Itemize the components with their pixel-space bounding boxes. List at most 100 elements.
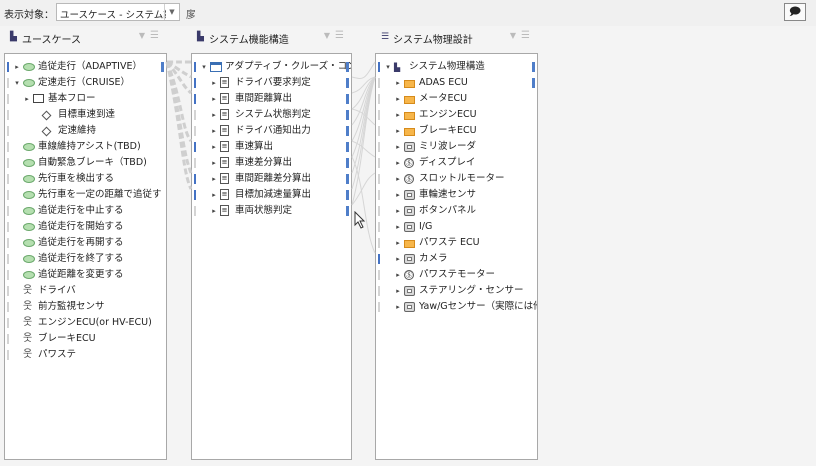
tree-item[interactable]: 追従走行を再開する — [5, 235, 166, 251]
tree-item[interactable]: ▸ カメラ — [376, 251, 537, 267]
tree-item[interactable]: 自動緊急ブレーキ（TBD) — [5, 155, 166, 171]
tree-item[interactable]: 웃 パワステ — [5, 347, 166, 363]
expand-icon[interactable]: ▸ — [394, 91, 402, 107]
link-handle[interactable] — [346, 190, 349, 200]
expand-icon[interactable]: ▸ — [210, 75, 218, 91]
menu-icon[interactable]: ☰ — [335, 30, 344, 41]
tree-item[interactable]: 追従走行を中止する — [5, 203, 166, 219]
expand-icon[interactable]: ▸ — [210, 91, 218, 107]
expand-icon[interactable]: ▸ — [210, 155, 218, 171]
tree-item[interactable]: ▸ ≡ 車間距離算出 — [192, 91, 351, 107]
expand-icon[interactable]: ▸ — [394, 219, 402, 235]
tree-item[interactable]: ▸ Yaw/Gセンサー（実際には他 — [376, 299, 537, 315]
expand-icon[interactable]: ▸ — [210, 203, 218, 219]
collapse-icon[interactable]: ▾ — [384, 59, 392, 75]
tree-item[interactable]: ▸ Ⓢ ディスプレイ — [376, 155, 537, 171]
expand-icon[interactable]: ▸ — [394, 251, 402, 267]
dropdown-icon[interactable]: ▼ — [139, 31, 145, 40]
tree-item[interactable]: ▾ ▙ システム物理構造 — [376, 59, 537, 75]
tree-item[interactable]: 追従距離を変更する — [5, 267, 166, 283]
expand-icon[interactable]: ▸ — [210, 171, 218, 187]
link-handle[interactable] — [346, 174, 349, 184]
expand-icon[interactable]: ▸ — [394, 203, 402, 219]
dropdown-icon[interactable]: ▼ — [324, 31, 330, 40]
tree-item[interactable]: ▸ ≡ ドライバ通知出力 — [192, 123, 351, 139]
collapse-icon[interactable]: ▾ — [200, 59, 208, 75]
link-handle[interactable] — [346, 206, 349, 216]
chevron-down-icon[interactable]: ▼ — [164, 4, 179, 20]
expand-icon[interactable]: ▸ — [394, 267, 402, 283]
expand-icon[interactable]: ▸ — [394, 235, 402, 251]
tree-item[interactable]: 定速維持 — [5, 123, 166, 139]
expand-icon[interactable]: ▸ — [210, 107, 218, 123]
menu-icon[interactable]: ☰ — [521, 30, 530, 41]
link-handle[interactable] — [532, 78, 535, 88]
dropdown-icon[interactable]: ▼ — [510, 31, 516, 40]
tree-item[interactable]: ▸ ブレーキECU — [376, 123, 537, 139]
collapse-icon[interactable]: ▾ — [13, 75, 21, 91]
tree-item[interactable]: ▸ Ⓢ パワステモーター — [376, 267, 537, 283]
expand-icon[interactable]: ▸ — [394, 283, 402, 299]
link-handle[interactable] — [346, 126, 349, 136]
tree-item[interactable]: 車線維持アシスト(TBD) — [5, 139, 166, 155]
link-handle[interactable] — [346, 110, 349, 120]
tree-item[interactable]: ▸ ステアリング・センサー — [376, 283, 537, 299]
tree-item[interactable]: 先行車を検出する — [5, 171, 166, 187]
expand-icon[interactable]: ▸ — [394, 155, 402, 171]
tree-item[interactable]: 先行車を一定の距離で追従す — [5, 187, 166, 203]
link-handle[interactable] — [346, 94, 349, 104]
tree-item[interactable]: ▸ 車輪速センサ — [376, 187, 537, 203]
expand-icon[interactable]: ▸ — [394, 107, 402, 123]
tree-item[interactable]: ▸ ≡ 目標加減速量算出 — [192, 187, 351, 203]
tree-item[interactable]: ▸ Ⓢ スロットルモーター — [376, 171, 537, 187]
tree-item[interactable]: ▸ ミリ波レーダ — [376, 139, 537, 155]
tree-item[interactable]: 웃 エンジンECU(or HV-ECU) — [5, 315, 166, 331]
layout-icon[interactable]: 扅 — [186, 6, 196, 21]
link-handle[interactable] — [346, 142, 349, 152]
tree-item[interactable]: ▸ ボタンパネル — [376, 203, 537, 219]
tree-item[interactable]: ▸ ADAS ECU — [376, 75, 537, 91]
expand-icon[interactable]: ▸ — [394, 123, 402, 139]
tree-item[interactable]: 웃 ブレーキECU — [5, 331, 166, 347]
tree-item[interactable]: 追従走行を終了する — [5, 251, 166, 267]
expand-icon[interactable]: ▸ — [23, 91, 31, 107]
expand-icon[interactable]: ▸ — [394, 187, 402, 203]
tree-item[interactable]: 웃 ドライバ — [5, 283, 166, 299]
tree-item[interactable]: ▸ ≡ 車速算出 — [192, 139, 351, 155]
link-handle[interactable] — [161, 62, 164, 72]
tree-item[interactable]: ▾ 定速走行（CRUISE） — [5, 75, 166, 91]
tree-item[interactable]: ▸ ≡ ドライバ要求判定 — [192, 75, 351, 91]
comment-button[interactable]: 🗩 — [784, 3, 806, 21]
expand-icon[interactable]: ▸ — [210, 139, 218, 155]
tree-item[interactable]: ▸ ≡ 車間距離差分算出 — [192, 171, 351, 187]
tree-item[interactable]: 追従走行を開始する — [5, 219, 166, 235]
expand-icon[interactable]: ▸ — [210, 123, 218, 139]
expand-icon[interactable]: ▸ — [394, 139, 402, 155]
link-handle[interactable] — [346, 158, 349, 168]
expand-icon[interactable]: ▸ — [394, 75, 402, 91]
tree-item[interactable]: ▸ ≡ システム状態判定 — [192, 107, 351, 123]
expand-icon[interactable]: ▸ — [394, 171, 402, 187]
tree-item[interactable]: ▸ 追従走行（ADAPTIVE） — [5, 59, 166, 75]
comment-icon: 🗩 — [788, 5, 802, 18]
link-handle[interactable] — [346, 78, 349, 88]
tree-item[interactable]: ▸ パワステ ECU — [376, 235, 537, 251]
tree-item[interactable]: ▸ ≡ 車両状態判定 — [192, 203, 351, 219]
menu-icon[interactable]: ☰ — [150, 30, 159, 41]
tree-item[interactable]: ▸ ≡ 車速差分算出 — [192, 155, 351, 171]
link-handle[interactable] — [532, 62, 535, 72]
expand-icon[interactable]: ▸ — [210, 187, 218, 203]
tree-item[interactable]: ▸ I/G — [376, 219, 537, 235]
expand-icon[interactable]: ▸ — [394, 299, 402, 315]
tree-item[interactable]: ▾ アダプティブ・クルーズ・コントロール — [192, 59, 351, 75]
tree-item[interactable]: ▸ エンジンECU — [376, 107, 537, 123]
expand-icon[interactable]: ▸ — [13, 59, 21, 75]
device-icon — [404, 206, 415, 216]
panel-title: システム物理設計 — [393, 35, 473, 46]
view-target-select[interactable]: ユースケース - システム論理構 ▼ — [56, 3, 180, 21]
tree-item[interactable]: 目標車速到達 — [5, 107, 166, 123]
tree-item[interactable]: 웃 前方監視センサ — [5, 299, 166, 315]
tree-item[interactable]: ▸ 基本フロー — [5, 91, 166, 107]
tree-item[interactable]: ▸ メータECU — [376, 91, 537, 107]
link-handle[interactable] — [346, 62, 349, 72]
